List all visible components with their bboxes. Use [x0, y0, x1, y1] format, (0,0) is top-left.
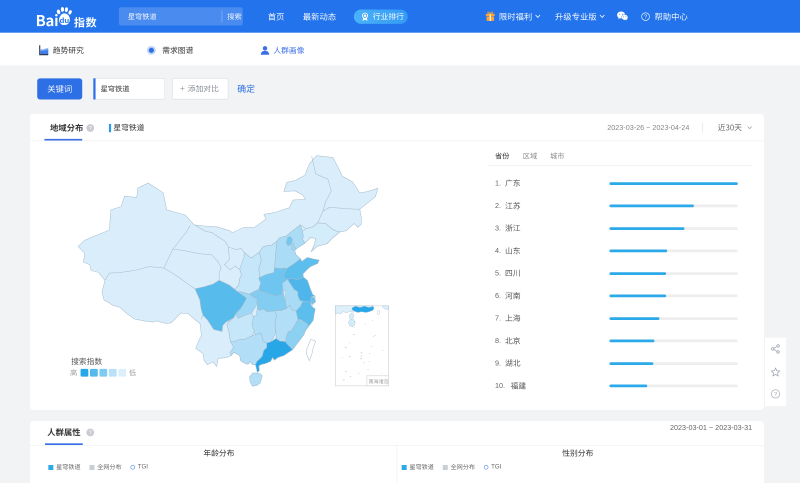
svg-text:du: du: [60, 16, 70, 25]
svg-text:?: ?: [89, 430, 92, 436]
svg-text:?: ?: [89, 126, 92, 132]
svg-text:?: ?: [644, 15, 647, 21]
svg-text:?: ?: [774, 392, 777, 398]
